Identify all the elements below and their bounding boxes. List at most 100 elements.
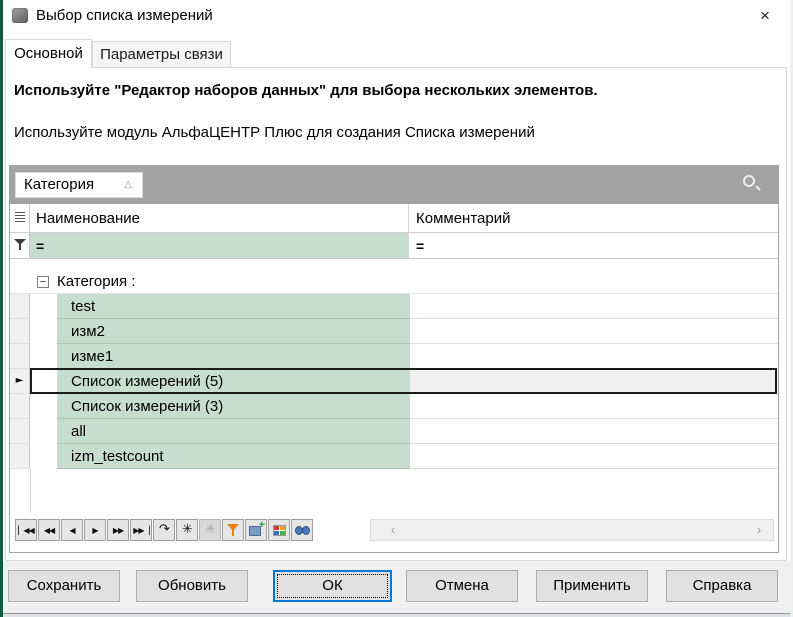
cell-name[interactable]: изм2 [57, 319, 410, 344]
first-record-icon: ▏◀◀ [18, 526, 33, 535]
rows-area: test изм2 изме1 ► [10, 294, 778, 469]
cell-name[interactable]: Список измерений (5) [57, 369, 410, 394]
column-header-name[interactable]: Наименование [30, 204, 409, 232]
dialog-select-measurement-list: Выбор списка измерений × Основной Параме… [0, 0, 793, 617]
cell-name[interactable]: изме1 [57, 344, 410, 369]
save-layout-button[interactable]: + [245, 519, 267, 541]
prior-record-icon: ◀ [69, 526, 74, 535]
row-indicator[interactable] [10, 394, 30, 419]
row-indicator[interactable] [10, 344, 30, 369]
filter-cell-comment[interactable]: = [410, 233, 778, 258]
tab-page-main: Используйте "Редактор наборов данных" дл… [5, 67, 787, 561]
cell-comment[interactable] [410, 419, 778, 444]
search-lens [743, 175, 755, 187]
row-indent [30, 419, 57, 444]
goto-bookmark-icon: ✳ [205, 522, 215, 537]
cell-name[interactable]: Список измерений (3) [57, 394, 410, 419]
cell-comment[interactable] [410, 294, 778, 319]
row-indicator[interactable] [10, 294, 30, 319]
tab-link-params[interactable]: Параметры связи [92, 41, 231, 68]
close-icon[interactable]: × [752, 4, 778, 28]
collapse-icon[interactable]: − [37, 276, 49, 288]
message-bold: Используйте "Редактор наборов данных" дл… [14, 82, 598, 99]
table-row[interactable]: test [10, 294, 778, 319]
filter-cell-name[interactable]: = [30, 233, 409, 258]
current-row-indicator[interactable]: ► [10, 369, 30, 394]
table-row[interactable]: изме1 [10, 344, 778, 369]
next-record-icon: ▶ [92, 526, 97, 535]
table-row[interactable]: all [10, 419, 778, 444]
cell-comment[interactable] [410, 319, 778, 344]
bookmark-icon: ✳ [182, 522, 192, 537]
cancel-button[interactable]: Отмена [406, 570, 518, 602]
filter-icon [227, 524, 239, 537]
refresh-button[interactable]: ↷ [153, 519, 175, 541]
title-bar[interactable]: Выбор списка измерений × [3, 0, 790, 32]
row-indent [30, 444, 57, 469]
row-indent [30, 319, 57, 344]
scroll-left-icon[interactable]: ‹ [383, 520, 403, 540]
column-header-comment[interactable]: Комментарий [410, 204, 778, 232]
row-indicator[interactable] [10, 319, 30, 344]
search-icon[interactable] [742, 174, 762, 194]
fast-backward-icon: ◀◀ [44, 526, 54, 535]
row-indicator[interactable] [10, 444, 30, 469]
table-row-selected[interactable]: ► Список измерений (5) [10, 369, 778, 394]
cell-name[interactable]: izm_testcount [57, 444, 410, 469]
row-lines-icon [15, 212, 25, 224]
fast-forward-button[interactable]: ▶▶ [107, 519, 129, 541]
table-row[interactable]: Список измерений (3) [10, 394, 778, 419]
apply-button[interactable]: Применить [536, 570, 648, 602]
layout-icon [273, 525, 286, 536]
table-row[interactable]: izm_testcount [10, 444, 778, 469]
refresh-icon: ↷ [159, 522, 169, 537]
binoculars-icon [295, 526, 310, 536]
measurement-grid: Категория △ Наименование Комментарий [9, 165, 779, 553]
row-indicator[interactable] [10, 419, 30, 444]
plus-icon: + [259, 521, 265, 530]
group-field-label: Категория [24, 176, 94, 193]
fast-backward-button[interactable]: ◀◀ [38, 519, 60, 541]
table-row[interactable]: изм2 [10, 319, 778, 344]
background-edge-left [0, 0, 3, 617]
window-icon [12, 8, 28, 23]
next-record-button[interactable]: ▶ [84, 519, 106, 541]
row-indent [30, 394, 57, 419]
cell-name[interactable]: all [57, 419, 410, 444]
prior-record-button[interactable]: ◀ [61, 519, 83, 541]
horizontal-scrollbar[interactable]: ‹ › [370, 519, 774, 541]
group-row-category[interactable]: − Категория : [10, 271, 778, 294]
sort-ascending-icon[interactable]: △ [124, 180, 132, 190]
filter-row-icon [14, 239, 26, 252]
filter-indicator-cell [10, 233, 30, 258]
scroll-right-icon[interactable]: › [749, 520, 769, 540]
layout-editor-button[interactable] [268, 519, 290, 541]
goto-bookmark-button[interactable]: ✳ [199, 519, 221, 541]
refresh-button-footer[interactable]: Обновить [136, 570, 248, 602]
indicator-column-line [30, 469, 31, 513]
header-indicator-cell [10, 204, 30, 232]
group-row-label: Категория : [57, 273, 135, 290]
group-field-category[interactable]: Категория △ [15, 172, 143, 198]
cell-comment[interactable] [410, 369, 778, 394]
last-record-button[interactable]: ▶▶▕ [130, 519, 152, 541]
cell-comment[interactable] [410, 394, 778, 419]
search-handle [755, 185, 761, 191]
group-by-panel: Категория △ [10, 166, 778, 204]
footer-bar: Сохранить Обновить ОК Отмена Применить С… [3, 561, 790, 613]
filter-row: = = [10, 233, 778, 259]
bookmark-button[interactable]: ✳ [176, 519, 198, 541]
cell-comment[interactable] [410, 444, 778, 469]
first-record-button[interactable]: ▏◀◀ [15, 519, 37, 541]
cell-name[interactable]: test [57, 294, 410, 319]
last-record-icon: ▶▶▕ [133, 526, 148, 535]
help-button[interactable]: Справка [666, 570, 778, 602]
ok-button[interactable]: ОК [273, 570, 392, 602]
tab-main[interactable]: Основной [5, 39, 92, 68]
row-indent [30, 369, 57, 394]
cell-comment[interactable] [410, 344, 778, 369]
filter-button[interactable] [222, 519, 244, 541]
save-button[interactable]: Сохранить [8, 570, 120, 602]
fast-forward-icon: ▶▶ [113, 526, 123, 535]
find-button[interactable] [291, 519, 313, 541]
